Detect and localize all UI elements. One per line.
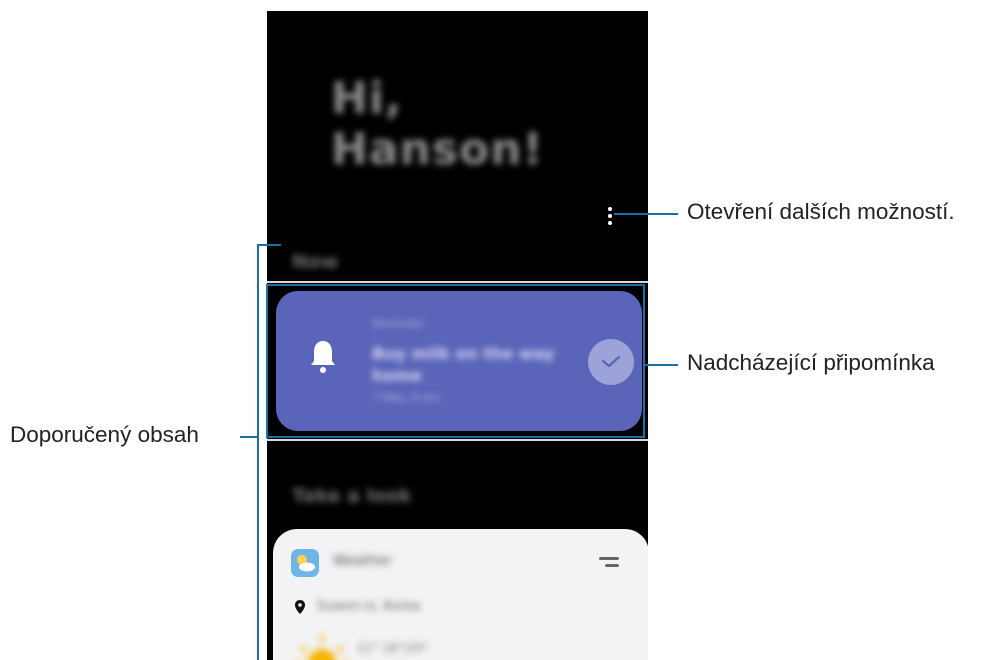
weather-temperature: 21° 18°/24° — [357, 641, 429, 655]
divider — [267, 281, 648, 283]
callout-bracket-vertical — [257, 244, 259, 660]
greeting-text: Hi, Hanson! — [331, 73, 544, 175]
callout-bracket-top — [257, 244, 281, 246]
section-now-title: Now — [292, 251, 339, 273]
weather-icon — [291, 549, 319, 577]
more-options-icon[interactable] — [607, 207, 613, 225]
weather-location: Suwon-si, Korea — [317, 599, 421, 614]
weather-app-name: Weather — [333, 553, 392, 569]
drag-handle-icon[interactable] — [599, 557, 619, 571]
callout-line-reminder — [645, 364, 678, 366]
callout-line-recommended — [240, 436, 257, 438]
callout-line-more-options — [614, 213, 678, 215]
callout-recommended-content: Doporučený obsah — [10, 422, 199, 447]
sun-icon — [293, 629, 351, 660]
divider — [267, 439, 648, 441]
callout-more-options: Otevření dalších možností. — [687, 199, 955, 224]
callout-frame-reminder — [266, 284, 645, 438]
callout-upcoming-reminder: Nadcházející připomínka — [687, 350, 935, 375]
section-take-a-look-title: Take a look — [292, 485, 412, 507]
location-pin-icon — [295, 599, 305, 618]
weather-card[interactable]: Weather Suwon-si, Korea 21° 18°/24° — [273, 529, 648, 660]
